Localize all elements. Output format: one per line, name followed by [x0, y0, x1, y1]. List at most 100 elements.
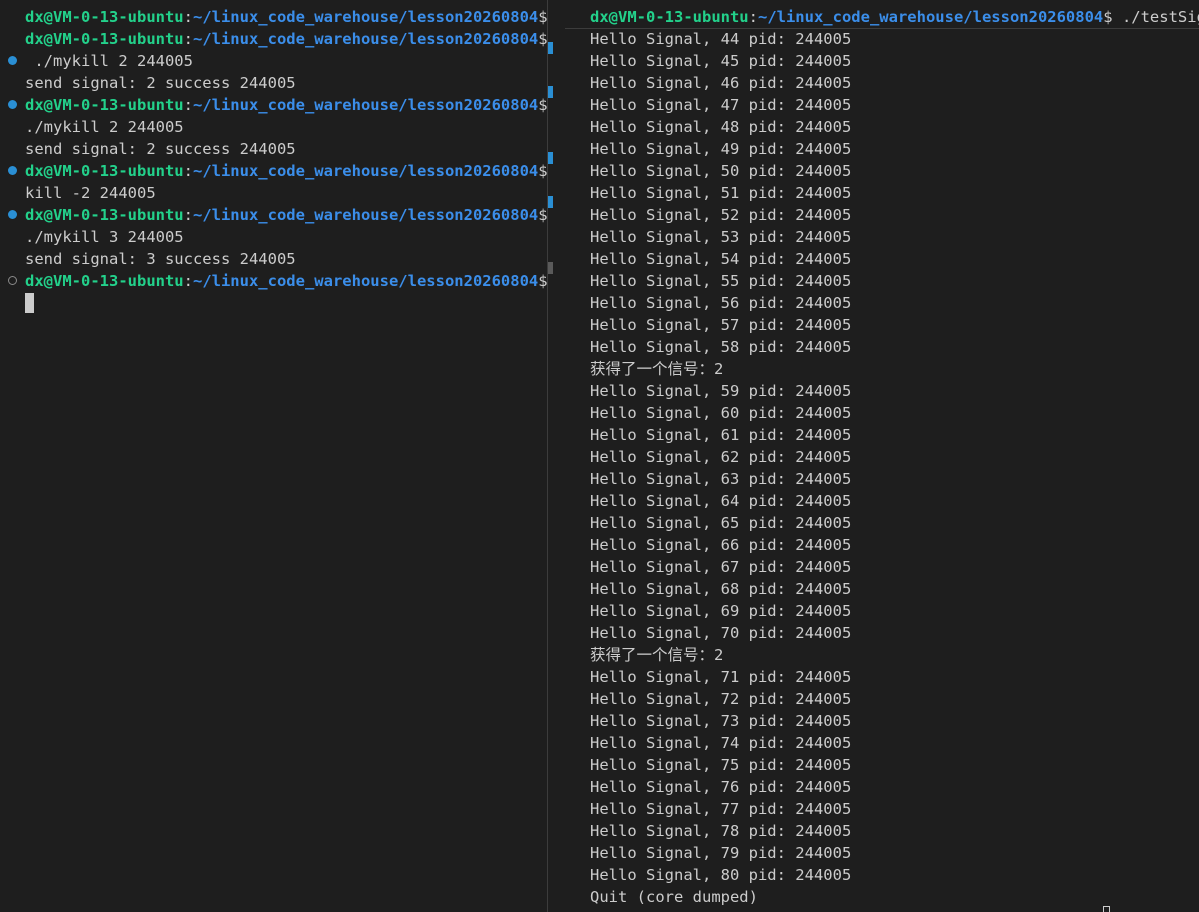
- terminal-output-line: send signal: 2 success 244005: [25, 72, 296, 94]
- terminal-text: Hello Signal, 50 pid: 244005: [590, 162, 852, 180]
- prompt-separator: :: [183, 8, 193, 26]
- terminal-output-line: Hello Signal, 58 pid: 244005: [590, 336, 851, 358]
- terminal-text: Hello Signal, 70 pid: 244005: [590, 624, 852, 642]
- prompt-separator: :: [183, 162, 193, 180]
- terminal-output-line: Hello Signal, 76 pid: 244005: [590, 776, 851, 798]
- terminal-text: ./mykill 2 244005: [25, 52, 193, 70]
- terminal-text: Hello Signal, 64 pid: 244005: [590, 492, 852, 510]
- terminal-prompt-line: dx@VM-0-13-ubuntu:~/linux_code_warehouse…: [25, 6, 547, 28]
- terminal-output-line: Hello Signal, 71 pid: 244005: [590, 666, 851, 688]
- terminal-text: Hello Signal, 65 pid: 244005: [590, 514, 852, 532]
- prompt-separator: :: [183, 30, 193, 48]
- terminal-output-line: ./mykill 2 244005: [25, 50, 193, 72]
- terminal-text: Hello Signal, 80 pid: 244005: [590, 866, 852, 884]
- terminal-text: Hello Signal, 71 pid: 244005: [590, 668, 852, 686]
- terminal-text: Hello Signal, 45 pid: 244005: [590, 52, 852, 70]
- terminal-text: Hello Signal, 49 pid: 244005: [590, 140, 852, 158]
- terminal-text: Hello Signal, 72 pid: 244005: [590, 690, 852, 708]
- terminal-prompt-line: dx@VM-0-13-ubuntu:~/linux_code_warehouse…: [25, 94, 547, 116]
- command-decoration-icon[interactable]: [8, 100, 17, 109]
- prompt-symbol: $: [538, 30, 547, 48]
- terminal-output-line: send signal: 2 success 244005: [25, 138, 296, 160]
- prompt-symbol: $: [538, 96, 547, 114]
- terminal-text: Hello Signal, 66 pid: 244005: [590, 536, 852, 554]
- prompt-separator: :: [183, 206, 193, 224]
- prompt-separator: :: [183, 96, 193, 114]
- command-decoration-icon[interactable]: [8, 56, 17, 65]
- command-decoration-icon[interactable]: [8, 210, 17, 219]
- terminal-text: Hello Signal, 79 pid: 244005: [590, 844, 852, 862]
- terminal-output-line: 获得了一个信号：2: [590, 358, 723, 380]
- prompt-path: ~/linux_code_warehouse/lesson20260804: [192, 162, 539, 180]
- terminal-command: ./testSig: [1112, 8, 1199, 26]
- terminal-prompt-line: dx@VM-0-13-ubuntu:~/linux_code_warehouse…: [25, 204, 547, 226]
- terminal-text: Hello Signal, 69 pid: 244005: [590, 602, 852, 620]
- terminal-prompt-line: dx@VM-0-13-ubuntu:~/linux_code_warehouse…: [25, 160, 547, 182]
- terminal-text: Hello Signal, 68 pid: 244005: [590, 580, 852, 598]
- right-terminal-pane[interactable]: dx@VM-0-13-ubuntu:~/linux_code_warehouse…: [565, 0, 1199, 912]
- terminal-output-line: Hello Signal, 53 pid: 244005: [590, 226, 851, 248]
- terminal-output-line: Hello Signal, 70 pid: 244005: [590, 622, 851, 644]
- terminal-prompt-line: dx@VM-0-13-ubuntu:~/linux_code_warehouse…: [25, 270, 547, 292]
- terminal-prompt-line: dx@VM-0-13-ubuntu:~/linux_code_warehouse…: [590, 6, 1199, 28]
- left-terminal-pane[interactable]: dx@VM-0-13-ubuntu:~/linux_code_warehouse…: [0, 0, 547, 912]
- terminal-output-line: Hello Signal, 67 pid: 244005: [590, 556, 851, 578]
- terminal-text: Hello Signal, 51 pid: 244005: [590, 184, 852, 202]
- terminal-output-line: Hello Signal, 50 pid: 244005: [590, 160, 851, 182]
- prompt-symbol: $: [538, 162, 547, 180]
- terminal-text: Hello Signal, 59 pid: 244005: [590, 382, 852, 400]
- terminal-output-line: Hello Signal, 48 pid: 244005: [590, 116, 851, 138]
- terminal-text: Hello Signal, 74 pid: 244005: [590, 734, 852, 752]
- terminal-output-line: Hello Signal, 61 pid: 244005: [590, 424, 851, 446]
- terminal-text: send signal: 2 success 244005: [25, 74, 296, 92]
- terminal-text: Hello Signal, 55 pid: 244005: [590, 272, 852, 290]
- terminal-output-line: Hello Signal, 68 pid: 244005: [590, 578, 851, 600]
- terminal-text: Hello Signal, 75 pid: 244005: [590, 756, 852, 774]
- terminal-text: 获得了一个信号：2: [590, 646, 724, 664]
- overview-ruler-mark: [548, 86, 553, 98]
- terminal-output-line: Hello Signal, 51 pid: 244005: [590, 182, 851, 204]
- terminal-output-line: Hello Signal, 52 pid: 244005: [590, 204, 851, 226]
- terminal-text: Hello Signal, 54 pid: 244005: [590, 250, 852, 268]
- terminal-output-line: Hello Signal, 62 pid: 244005: [590, 446, 851, 468]
- terminal-output-line: Hello Signal, 73 pid: 244005: [590, 710, 851, 732]
- terminal-text: Hello Signal, 53 pid: 244005: [590, 228, 852, 246]
- command-decoration-icon[interactable]: [8, 276, 17, 285]
- terminal-output-line: Quit (core dumped): [590, 886, 758, 908]
- prompt-path: ~/linux_code_warehouse/lesson20260804: [192, 8, 539, 26]
- terminal-text: Hello Signal, 60 pid: 244005: [590, 404, 852, 422]
- terminal-output-line: Hello Signal, 55 pid: 244005: [590, 270, 851, 292]
- terminal-output-line: Hello Signal, 59 pid: 244005: [590, 380, 851, 402]
- prompt-user: dx@VM-0-13-ubuntu: [25, 162, 184, 180]
- prompt-path: ~/linux_code_warehouse/lesson20260804: [192, 206, 539, 224]
- terminal-output-line: Hello Signal, 47 pid: 244005: [590, 94, 851, 116]
- terminal-text: Hello Signal, 48 pid: 244005: [590, 118, 852, 136]
- terminal-text: ./mykill 3 244005: [25, 228, 184, 246]
- terminal-output-line: Hello Signal, 63 pid: 244005: [590, 468, 851, 490]
- terminal-text: Hello Signal, 57 pid: 244005: [590, 316, 852, 334]
- terminal-text: Hello Signal, 67 pid: 244005: [590, 558, 852, 576]
- resize-icon[interactable]: [1103, 906, 1110, 912]
- terminal-text: Quit (core dumped): [590, 888, 758, 906]
- overview-ruler-mark: [548, 262, 553, 274]
- terminal-text: send signal: 2 success 244005: [25, 140, 296, 158]
- terminal-text: send signal: 3 success 244005: [25, 250, 296, 268]
- terminal-output-line: ./mykill 2 244005: [25, 116, 184, 138]
- terminal-text: Hello Signal, 78 pid: 244005: [590, 822, 852, 840]
- terminal-output-line: Hello Signal, 46 pid: 244005: [590, 72, 851, 94]
- prompt-user: dx@VM-0-13-ubuntu: [25, 272, 184, 290]
- pane-divider[interactable]: [547, 0, 565, 912]
- terminal-text: Hello Signal, 46 pid: 244005: [590, 74, 852, 92]
- terminal-text: Hello Signal, 62 pid: 244005: [590, 448, 852, 466]
- terminal-output-line: Hello Signal, 66 pid: 244005: [590, 534, 851, 556]
- prompt-user: dx@VM-0-13-ubuntu: [25, 96, 184, 114]
- prompt-path: ~/linux_code_warehouse/lesson20260804: [192, 272, 539, 290]
- terminal-text: Hello Signal, 56 pid: 244005: [590, 294, 852, 312]
- overview-ruler-mark: [548, 42, 553, 54]
- terminal-cursor: [25, 293, 34, 313]
- command-decoration-icon[interactable]: [8, 166, 17, 175]
- terminal-output-line: Hello Signal, 69 pid: 244005: [590, 600, 851, 622]
- terminal-output-line: Hello Signal, 56 pid: 244005: [590, 292, 851, 314]
- terminal-text: Hello Signal, 58 pid: 244005: [590, 338, 852, 356]
- terminal-text: Hello Signal, 52 pid: 244005: [590, 206, 852, 224]
